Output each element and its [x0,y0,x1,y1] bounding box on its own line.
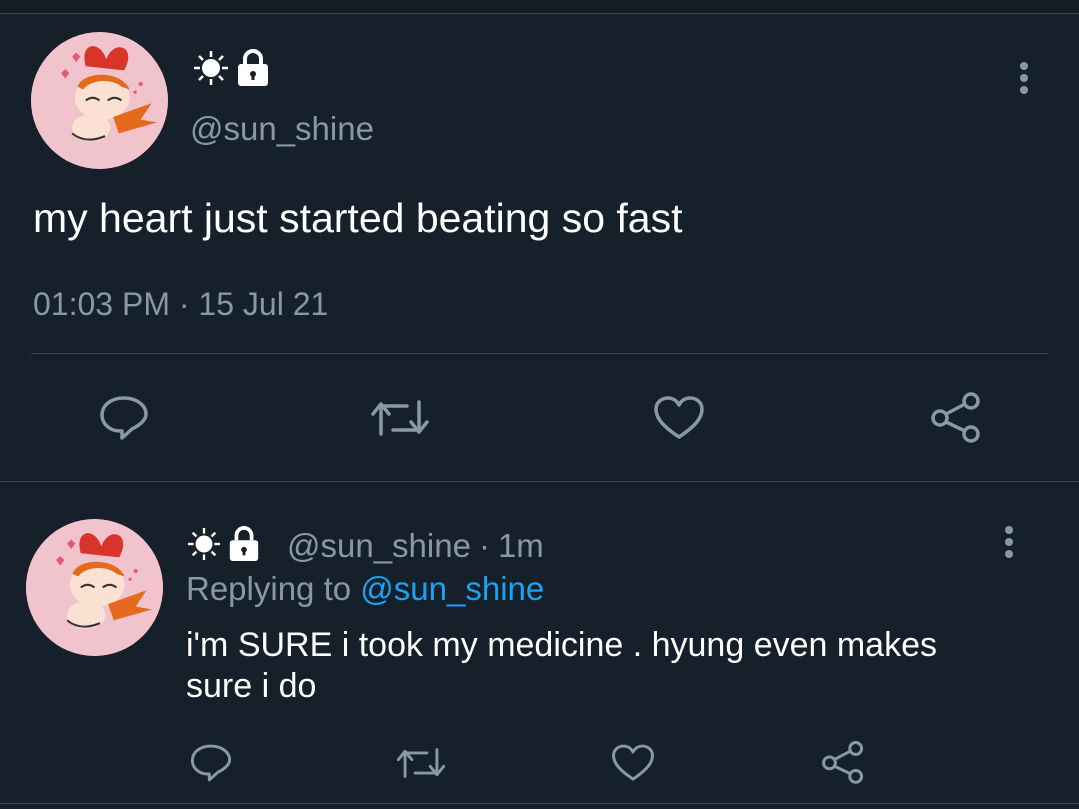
display-name[interactable] [193,49,271,86]
date-separator: · [178,286,190,322]
sun-icon [194,51,228,85]
tweet-time: 01:03 PM [33,286,170,322]
reply-share-button[interactable] [818,738,868,786]
replying-mention-link[interactable]: @sun_shine [360,570,544,607]
reply-meta: @sun_shine · 1m [287,527,544,565]
reply-handle[interactable]: @sun_shine [287,527,471,565]
lock-icon [238,49,268,86]
timestamp[interactable]: 01:03 PM · 15 Jul 21 [33,286,328,323]
more-vertical-icon[interactable] [1012,60,1036,96]
reply-reply-button[interactable] [186,740,236,786]
share-button[interactable] [928,390,984,444]
handle[interactable]: @sun_shine [190,112,374,145]
retweet-icon [371,400,429,436]
retweet-button[interactable] [368,393,432,443]
reply-icon [100,396,148,440]
bottom-divider [0,803,1079,804]
powerpuff-avatar-icon [31,32,168,169]
like-button[interactable] [652,393,706,443]
reply-retweet-button[interactable] [394,742,448,784]
tweet-date: 15 Jul 21 [198,286,329,322]
reply-icon [190,744,232,782]
share-icon [822,741,864,784]
tweet-thread-screen: @sun_shine my heart just started beating… [0,0,1079,809]
replying-to: Replying to @sun_shine [186,570,544,608]
avatar[interactable] [31,32,168,169]
reply-avatar[interactable] [26,519,163,656]
tweet-text: my heart just started beating so fast [33,195,683,241]
more-vertical-icon[interactable] [997,524,1021,560]
reply-button[interactable] [96,393,152,443]
reply-text: i'm SURE i took my medicine . hyung even… [186,626,938,705]
meta-separator: · [478,527,490,564]
powerpuff-avatar-icon [26,519,163,656]
reply-age: 1m [497,527,544,564]
section-divider [0,481,1079,482]
replying-prefix: Replying to [186,570,352,607]
reply-like-button[interactable] [610,742,656,784]
lock-icon [229,526,259,561]
retweet-icon [396,748,446,778]
share-icon [931,392,980,443]
heart-icon [612,744,654,781]
sun-icon [187,527,221,561]
heart-icon [654,396,704,439]
divider [31,353,1048,354]
reply-display-name[interactable] [187,526,261,562]
top-border [0,0,1079,14]
